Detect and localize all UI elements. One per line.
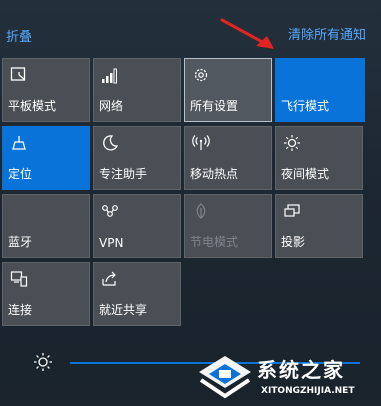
network-signal-icon bbox=[102, 68, 117, 84]
location-icon bbox=[12, 136, 26, 150]
tile-label: 夜间模式 bbox=[281, 167, 330, 181]
tile-label: 网络 bbox=[99, 99, 124, 113]
tile-vpn[interactable]: VPN bbox=[93, 194, 181, 258]
brightness-icon bbox=[34, 353, 52, 371]
tile-label: 蓝牙 bbox=[8, 235, 33, 249]
tile-label: 移动热点 bbox=[190, 167, 239, 181]
tile-battery-saver[interactable]: 节电模式 bbox=[184, 194, 272, 258]
connect-icon bbox=[10, 271, 28, 287]
tile-all-settings[interactable]: 所有设置 bbox=[184, 58, 272, 122]
tile-location[interactable]: 定位 bbox=[2, 126, 90, 190]
watermark-logo bbox=[199, 356, 251, 399]
tile-label: 就近共享 bbox=[99, 303, 148, 317]
site-watermark: 系统之家 XITONGZHIJIA.NET bbox=[195, 350, 381, 406]
tile-label: 飞行模式 bbox=[281, 99, 330, 113]
collapse-link[interactable]: 折叠 bbox=[6, 26, 32, 45]
tile-tablet-mode[interactable]: 平板模式 bbox=[2, 58, 90, 122]
quick-actions-grid: 平板模式 网络 所有设置 飞行模式 定位 专注助手 移动热点 夜间模式 蓝牙 V… bbox=[0, 56, 381, 331]
action-center-header: 折叠 清除所有通知 bbox=[0, 16, 381, 46]
tile-network[interactable]: 网络 bbox=[93, 58, 181, 122]
tile-airplane-mode[interactable]: 飞行模式 bbox=[275, 58, 365, 122]
tile-bluetooth[interactable]: 蓝牙 bbox=[2, 194, 90, 258]
tile-nearby-share[interactable]: 就近共享 bbox=[93, 262, 181, 326]
moon-icon bbox=[103, 135, 119, 151]
tile-label: 投影 bbox=[281, 235, 306, 249]
tile-mobile-hotspot[interactable]: 移动热点 bbox=[184, 126, 272, 190]
tile-label: 平板模式 bbox=[8, 99, 57, 113]
tablet-mode-icon bbox=[10, 67, 26, 81]
battery-saver-icon bbox=[196, 203, 206, 219]
tile-connect[interactable]: 连接 bbox=[2, 262, 90, 326]
watermark-url: XITONGZHIJIA.NET bbox=[261, 386, 355, 396]
project-icon bbox=[284, 204, 300, 217]
hotspot-icon bbox=[192, 135, 210, 150]
nearby-share-icon bbox=[102, 271, 116, 286]
annotation-arrow bbox=[220, 18, 274, 49]
tile-label: 连接 bbox=[8, 303, 33, 317]
clear-all-notifications-link[interactable]: 清除所有通知 bbox=[288, 24, 366, 43]
vpn-icon bbox=[102, 205, 118, 217]
tile-night-light[interactable]: 夜间模式 bbox=[275, 126, 363, 190]
tile-label: 专注助手 bbox=[99, 167, 148, 181]
tile-label: VPN bbox=[99, 236, 124, 250]
tile-focus-assist[interactable]: 专注助手 bbox=[93, 126, 181, 190]
tile-label: 所有设置 bbox=[190, 99, 239, 113]
watermark-text: 系统之家 bbox=[257, 358, 345, 382]
tile-label: 定位 bbox=[8, 167, 33, 181]
gear-icon bbox=[194, 68, 208, 82]
tile-label: 节电模式 bbox=[190, 235, 239, 249]
tile-project[interactable]: 投影 bbox=[275, 194, 363, 258]
night-light-icon bbox=[284, 135, 300, 151]
